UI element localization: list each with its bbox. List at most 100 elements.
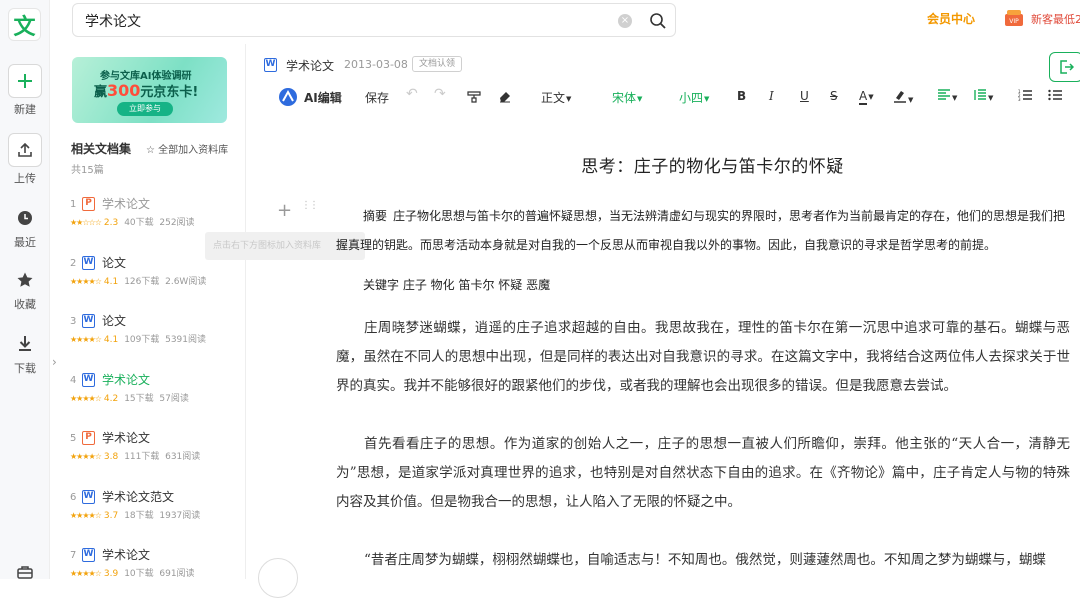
read-count: 5391阅读 [165,335,207,345]
doc-meta: ★★★★☆ 3.8 111下载 631阅读 [70,449,200,462]
font-size-select[interactable]: 小四▼ [679,89,709,106]
font-color-icon[interactable]: A▼ [859,89,874,105]
new-button[interactable]: 新建 [0,64,50,117]
related-title: 相关文档集 [71,142,132,156]
recent-button[interactable]: 最近 [0,206,50,250]
download-button[interactable]: 下载 [0,332,50,376]
rating-score: 3.7 [103,510,119,521]
read-count: 252阅读 [159,218,195,228]
rating-score: 2.3 [103,218,119,228]
doc-name[interactable]: 学术论文 [102,429,150,446]
font-family-select[interactable]: 宋体▼ [612,89,642,106]
word-file-icon: W [82,548,95,562]
undo-icon[interactable]: ↶ [406,86,418,102]
related-doc-item[interactable]: 2 W 论文 ★★★★☆ 4.1 126下载 2.6W阅读 [68,253,243,303]
search-box: × [72,3,676,37]
doc-name[interactable]: 学术论文 [102,195,150,212]
download-count: 40下载 [124,218,154,228]
highlight-color-icon[interactable]: ▼ [893,89,913,106]
upload-button[interactable]: 上传 [0,133,50,186]
doc-index: 2 [70,257,77,269]
keywords-line: 关键字 庄子 物化 笛卡尔 怀疑 恶魔 [363,278,551,292]
rating-score: 3.8 [103,452,119,462]
banner-line1: 参与文库AI体验调研 [100,71,192,82]
editor-toolbar: AI编辑 保存 ↶ ↷ 正文▼ 宋体▼ 小四▼ B I U S A▼ ▼ ▼ ▼… [270,85,1080,111]
search-input[interactable] [85,10,605,32]
download-count: 18下载 [124,510,154,521]
rating-score: 4.1 [103,335,119,345]
star-icon [8,268,42,292]
download-count: 109下载 [124,335,160,345]
related-doc-item[interactable]: 7 W 学术论文 ★★★★☆ 3.9 10下载 691阅读 [68,545,243,579]
exit-editor-button[interactable] [1049,52,1080,82]
doc-meta: ★★★★☆ 3.7 18下载 1937阅读 [70,508,200,521]
eraser-icon[interactable] [498,89,512,106]
related-docs-panel: 参与文库AI体验调研 赢300元京东卡! 立即参与 相关文档集 ☆ 全部加入资料… [50,44,246,579]
toolbox-button[interactable] [0,560,50,588]
doc-name[interactable]: 论文 [102,312,126,329]
rating-stars: ★★★★☆ [70,510,102,520]
upload-icon [8,133,42,167]
favorites-button[interactable]: 收藏 [0,268,50,312]
doc-name[interactable]: 学术论文 [102,546,150,563]
rating-stars: ★★★★☆ [70,452,102,461]
strikethrough-icon[interactable]: S [830,89,838,103]
doc-index: 4 [70,374,77,386]
redo-icon[interactable]: ↷ [434,86,446,102]
line-spacing-icon[interactable]: ▼ [973,89,993,104]
upload-label: 上传 [14,172,36,185]
star-outline-icon: ☆ [146,145,159,156]
bullet-list-icon[interactable] [1048,89,1062,104]
claim-document-badge[interactable]: 文档认领 [412,56,463,72]
word-file-icon: W [82,489,95,504]
doc-name[interactable]: 学术论文 [102,371,150,388]
wenku-logo[interactable]: 文 [8,8,41,41]
related-doc-item[interactable]: 4 W 学术论文 ★★★★☆ 4.2 15下载 57阅读 [68,370,243,420]
rating-stars: ★★★★☆ [70,276,102,286]
download-count: 10下载 [124,569,154,579]
clock-icon [8,206,42,230]
doc-name[interactable]: 学术论文范文 [102,488,174,505]
drag-handle-icon[interactable]: ⋮⋮ [301,201,319,211]
ai-survey-banner[interactable]: 参与文库AI体验调研 赢300元京东卡! 立即参与 [72,57,227,123]
add-all-button[interactable]: ☆ 全部加入资料库 [146,141,228,156]
related-doc-item[interactable]: 5 P 学术论文 ★★★★☆ 3.8 111下载 631阅读 [68,428,243,478]
ai-edit-button[interactable]: AI编辑 [304,89,342,106]
download-count: 126下载 [124,276,160,287]
format-painter-icon[interactable] [467,89,481,106]
download-count: 15下载 [124,393,154,404]
ordered-list-icon[interactable]: 123 [1018,89,1032,104]
document-date: 2013-03-08 [344,58,408,71]
document-page[interactable]: 思考：庄子的物化与笛卡尔的怀疑 摘要 庄子物化思想与笛卡尔的普遍怀疑思想，当无法辨… [330,118,1070,579]
search-icon[interactable] [649,12,667,33]
toolbox-icon [8,560,42,584]
recent-label: 最近 [14,236,36,249]
insert-block-icon[interactable]: + [277,200,292,221]
favorites-label: 收藏 [14,298,36,311]
member-center-link[interactable]: 会员中心 [927,10,975,27]
rating-score: 4.2 [103,393,119,404]
paragraph-style-select[interactable]: 正文▼ [541,89,571,106]
italic-icon[interactable]: I [769,89,774,103]
align-icon[interactable]: ▼ [937,89,957,104]
svg-text:VIP: VIP [1009,18,1019,25]
vip-gift-icon[interactable]: VIP [1004,9,1024,27]
bold-icon[interactable]: B [737,89,746,103]
floating-action-circle[interactable] [258,558,298,598]
plus-icon [8,64,42,98]
rating-score: 4.1 [103,276,119,287]
related-doc-item[interactable]: 3 W 论文 ★★★★☆ 4.1 109下载 5391阅读 [68,311,243,361]
doc-name[interactable]: 论文 [102,254,126,271]
download-count: 111下载 [124,452,160,462]
doc-meta: ★★★★☆ 3.9 10下载 691阅读 [70,566,195,579]
underline-icon[interactable]: U [800,89,809,103]
read-count: 1937阅读 [159,510,201,521]
save-button[interactable]: 保存 [365,89,389,106]
word-file-icon: W [82,372,95,387]
clear-search-icon[interactable]: × [618,14,632,28]
banner-join-button[interactable]: 立即参与 [117,102,173,116]
body-paragraph-2: 首先看看庄子的思想。作为道家的创始人之一，庄子的思想一直被人们所瞻仰，崇拜。他主… [336,436,1070,510]
doc-meta: ★★★★☆ 4.1 109下载 5391阅读 [70,332,206,345]
related-doc-item[interactable]: 6 W 学术论文范文 ★★★★☆ 3.7 18下载 1937阅读 [68,487,243,537]
newbie-offer-link[interactable]: 新客最低2 [1031,11,1080,27]
